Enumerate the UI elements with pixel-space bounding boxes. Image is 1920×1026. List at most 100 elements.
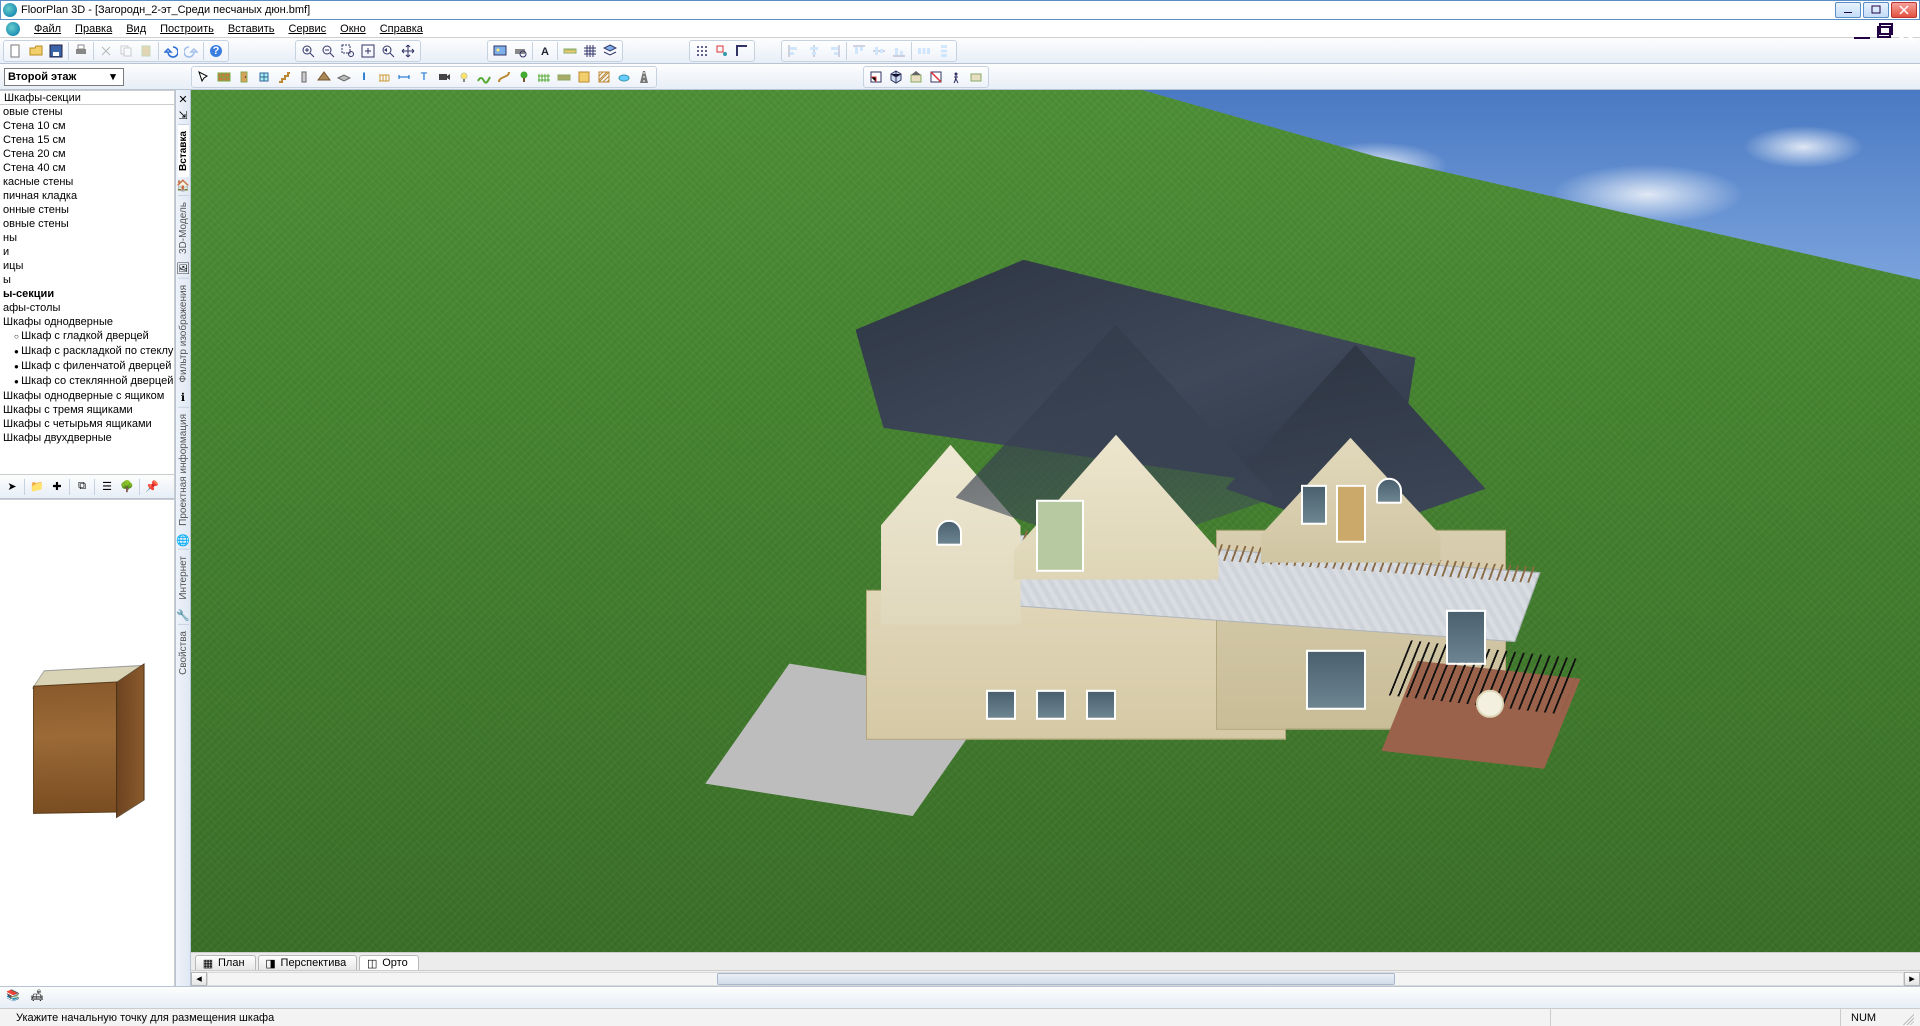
- zoom-out-icon[interactable]: [319, 42, 337, 60]
- menu-file[interactable]: Файл: [28, 22, 67, 36]
- maximize-button[interactable]: [1863, 2, 1889, 18]
- road-tool-icon[interactable]: [635, 68, 653, 86]
- sidetab-imgfilter[interactable]: Фильтр изображения: [178, 278, 189, 389]
- scroll-track[interactable]: [207, 972, 1904, 986]
- wall-tool-icon[interactable]: [215, 68, 233, 86]
- menu-service[interactable]: Сервис: [282, 22, 332, 36]
- help-icon[interactable]: ?: [207, 42, 225, 60]
- tree-item[interactable]: Шкафы двухдверные: [0, 431, 174, 445]
- distribute-h-icon[interactable]: [915, 42, 933, 60]
- redo-icon[interactable]: [182, 42, 200, 60]
- roof-tool-icon[interactable]: [315, 68, 333, 86]
- deck-tool-icon[interactable]: [555, 68, 573, 86]
- library-tree[interactable]: овые стеныСтена 10 смСтена 15 смСтена 20…: [0, 105, 174, 475]
- save-icon[interactable]: [47, 42, 65, 60]
- render-icon[interactable]: [491, 42, 509, 60]
- door-tool-icon[interactable]: [235, 68, 253, 86]
- light-tool-icon[interactable]: [455, 68, 473, 86]
- tree-item[interactable]: и: [0, 245, 174, 259]
- ortho-toggle-icon[interactable]: [733, 42, 751, 60]
- bottom-furniture-icon[interactable]: 🛋: [30, 989, 48, 1007]
- zoom-in-icon[interactable]: [299, 42, 317, 60]
- tree-item[interactable]: овные стены: [0, 217, 174, 231]
- sidetab-projinfo[interactable]: Проектная информация: [178, 407, 189, 532]
- layers-icon[interactable]: [601, 42, 619, 60]
- tree-item[interactable]: Шкафы однодверные с ящиком: [0, 389, 174, 403]
- select-tool-icon[interactable]: [195, 68, 213, 86]
- text-label-icon[interactable]: T: [415, 68, 433, 86]
- tree-item[interactable]: Стена 15 см: [0, 133, 174, 147]
- sidetab-insert[interactable]: Вставка: [178, 124, 189, 177]
- view-section-icon[interactable]: [927, 68, 945, 86]
- view-ortho-icon[interactable]: [967, 68, 985, 86]
- window-tool-icon[interactable]: [255, 68, 273, 86]
- camera-tool-icon[interactable]: [435, 68, 453, 86]
- tree-item[interactable]: Стена 40 см: [0, 161, 174, 175]
- panel-close-icon[interactable]: ✕: [176, 92, 190, 106]
- new-icon[interactable]: [7, 42, 25, 60]
- tree-item[interactable]: Шкаф со стеклянной дверцей: [0, 374, 174, 389]
- beam-tool-icon[interactable]: I: [355, 68, 373, 86]
- zoom-previous-icon[interactable]: [379, 42, 397, 60]
- stairs-tool-icon[interactable]: [275, 68, 293, 86]
- path-tool-icon[interactable]: [495, 68, 513, 86]
- tab-ortho[interactable]: ◫Орто: [359, 955, 418, 970]
- measure-icon[interactable]: [561, 42, 579, 60]
- paste-icon[interactable]: [137, 42, 155, 60]
- fence-tool-icon[interactable]: [535, 68, 553, 86]
- sidetab-props[interactable]: Свойства: [178, 624, 189, 681]
- lib-new-item-icon[interactable]: ✚: [48, 478, 66, 496]
- lib-copy-icon[interactable]: ⧉: [73, 478, 91, 496]
- area-tool-icon[interactable]: [575, 68, 593, 86]
- print-preview-icon[interactable]: [511, 42, 529, 60]
- tree-item[interactable]: онные стены: [0, 203, 174, 217]
- lib-tree-icon[interactable]: 🌳: [118, 478, 136, 496]
- tree-item[interactable]: Шкаф с гладкой дверцей: [0, 329, 174, 344]
- viewport-3d[interactable]: [191, 90, 1920, 952]
- railing-tool-icon[interactable]: [375, 68, 393, 86]
- text-tool-icon[interactable]: A: [536, 42, 554, 60]
- menu-edit[interactable]: Правка: [69, 22, 118, 36]
- lib-pin-icon[interactable]: 📌: [143, 478, 161, 496]
- hatch-tool-icon[interactable]: [595, 68, 613, 86]
- menu-window[interactable]: Окно: [334, 22, 372, 36]
- align-bottom-icon[interactable]: [890, 42, 908, 60]
- slab-tool-icon[interactable]: [335, 68, 353, 86]
- column-tool-icon[interactable]: [295, 68, 313, 86]
- mdi-restore-button[interactable]: [1874, 23, 1894, 37]
- tree-item[interactable]: пичная кладка: [0, 189, 174, 203]
- scroll-left-icon[interactable]: ◂: [191, 972, 207, 986]
- dimension-tool-icon[interactable]: [395, 68, 413, 86]
- viewport-hscrollbar[interactable]: ◂ ▸: [191, 970, 1920, 986]
- bottom-catalog-icon[interactable]: 📚: [6, 989, 24, 1007]
- tree-item[interactable]: ны: [0, 231, 174, 245]
- snap-object-icon[interactable]: [713, 42, 731, 60]
- view-plan-icon[interactable]: [867, 68, 885, 86]
- pan-icon[interactable]: [399, 42, 417, 60]
- resize-grip-icon[interactable]: [1900, 1011, 1914, 1025]
- sidetab-model[interactable]: 3D-Модель: [178, 195, 189, 260]
- terrain-tool-icon[interactable]: [475, 68, 493, 86]
- view-walkthrough-icon[interactable]: [947, 68, 965, 86]
- tree-item[interactable]: Стена 10 см: [0, 119, 174, 133]
- panel-pin-icon[interactable]: ⇲: [176, 108, 190, 122]
- cut-icon[interactable]: [97, 42, 115, 60]
- lib-list-icon[interactable]: ☰: [98, 478, 116, 496]
- print-icon[interactable]: [72, 42, 90, 60]
- mdi-system-icon[interactable]: [6, 22, 20, 36]
- view-3d-icon[interactable]: [887, 68, 905, 86]
- tree-item[interactable]: ицы: [0, 259, 174, 273]
- sidetab-internet[interactable]: Интернет: [178, 549, 189, 606]
- floor-selector[interactable]: Второй этаж ▾: [4, 68, 124, 86]
- align-middle-icon[interactable]: [870, 42, 888, 60]
- tree-item[interactable]: касные стены: [0, 175, 174, 189]
- tree-item[interactable]: Стена 20 см: [0, 147, 174, 161]
- align-center-h-icon[interactable]: [805, 42, 823, 60]
- undo-icon[interactable]: [162, 42, 180, 60]
- zoom-fit-icon[interactable]: [359, 42, 377, 60]
- pool-tool-icon[interactable]: [615, 68, 633, 86]
- zoom-window-icon[interactable]: [339, 42, 357, 60]
- scroll-right-icon[interactable]: ▸: [1904, 972, 1920, 986]
- tab-plan[interactable]: ▦План: [195, 955, 256, 970]
- grid-icon[interactable]: [581, 42, 599, 60]
